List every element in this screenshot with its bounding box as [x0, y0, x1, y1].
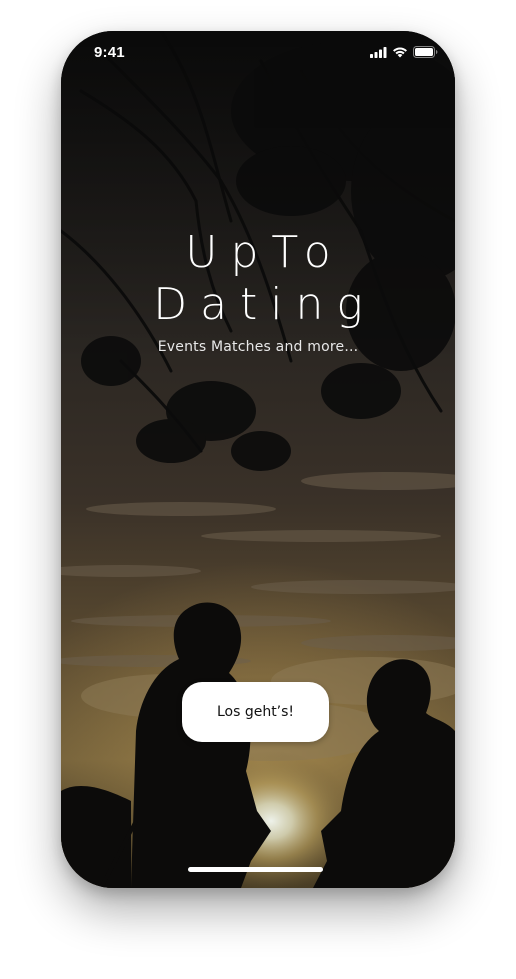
wifi-icon [393, 47, 407, 57]
app-title-line-1: UpTo [185, 227, 344, 278]
device-mockup: 9:41 UpTo Dating Events Matches and more… [0, 0, 516, 979]
status-icons [370, 46, 438, 58]
home-indicator[interactable] [188, 867, 323, 872]
battery-icon [413, 46, 438, 58]
status-bar: 9:41 [61, 31, 455, 77]
phone-screen: 9:41 UpTo Dating Events Matches and more… [61, 31, 455, 888]
app-tagline: Events Matches and more... [157, 339, 359, 355]
cellular-signal-icon [370, 46, 387, 58]
app-title-line-2: Dating [153, 279, 376, 330]
app-title: UpTo Dating [61, 227, 455, 331]
status-time: 9:41 [94, 44, 125, 61]
start-button[interactable]: Los geht’s! [182, 682, 329, 742]
background-photo [61, 31, 455, 888]
